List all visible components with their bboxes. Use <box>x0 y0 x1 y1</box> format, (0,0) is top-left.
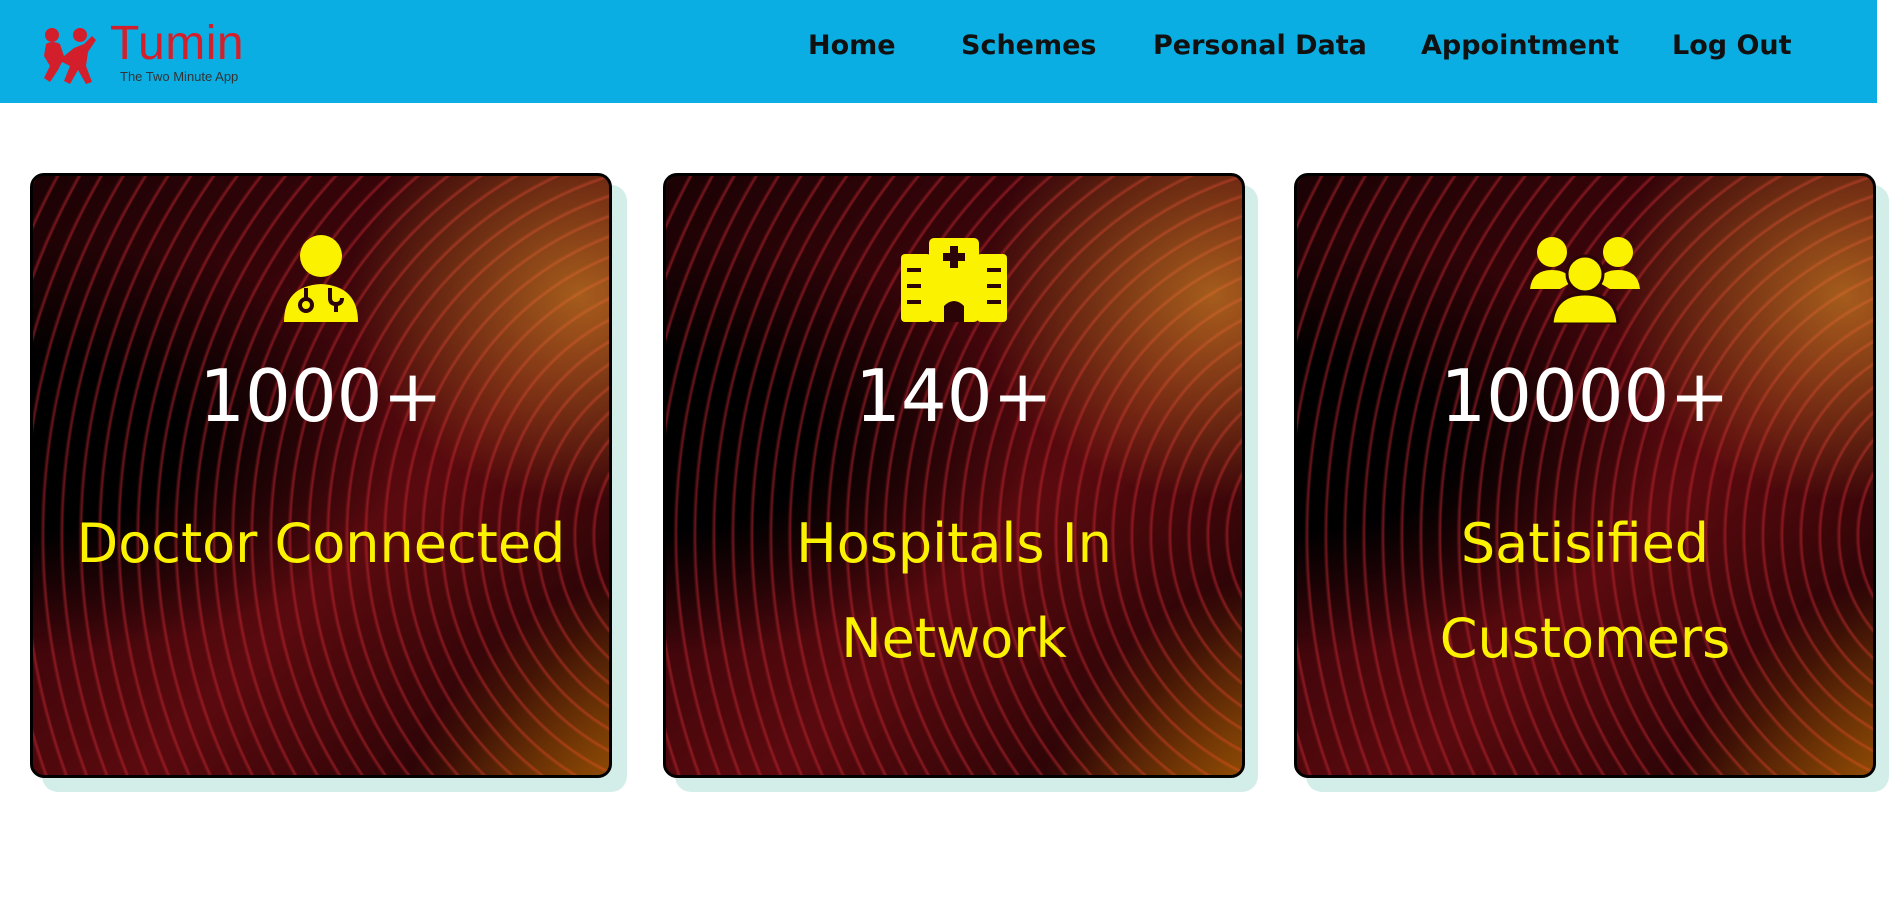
nav-personal-data[interactable]: Personal Data <box>1153 30 1367 61</box>
main-nav: Home Schemes Personal Data Appointment L… <box>760 0 1860 103</box>
brand-logo[interactable]: Tumin The Two Minute App <box>40 17 280 86</box>
nav-schemes[interactable]: Schemes <box>961 30 1097 61</box>
nav-log-out[interactable]: Log Out <box>1672 30 1792 61</box>
brand-tagline: The Two Minute App <box>120 69 239 84</box>
stat-label: Doctor Connected <box>76 512 566 575</box>
kids-logo-icon <box>44 28 96 84</box>
hospital-icon <box>901 238 1007 322</box>
stat-card-hospitals: 140+ Hospitals In Network <box>663 173 1245 778</box>
top-navbar: Tumin The Two Minute App Home Schemes Pe… <box>0 0 1877 103</box>
nav-appointment[interactable]: Appointment <box>1421 30 1619 61</box>
stat-number: 140+ <box>855 354 1053 438</box>
doctor-icon <box>284 235 358 322</box>
stat-card-doctors: 1000+ Doctor Connected <box>30 173 612 778</box>
stat-number: 10000+ <box>1440 354 1730 438</box>
brand-name: Tumin <box>110 17 245 70</box>
stat-card-customers: 10000+ Satisified Customers <box>1294 173 1876 778</box>
nav-home[interactable]: Home <box>808 30 896 61</box>
users-icon <box>1530 237 1640 324</box>
stat-label: Hospitals In Network <box>796 512 1112 670</box>
stat-number: 1000+ <box>199 354 443 438</box>
stat-label: Satisified Customers <box>1439 512 1731 670</box>
